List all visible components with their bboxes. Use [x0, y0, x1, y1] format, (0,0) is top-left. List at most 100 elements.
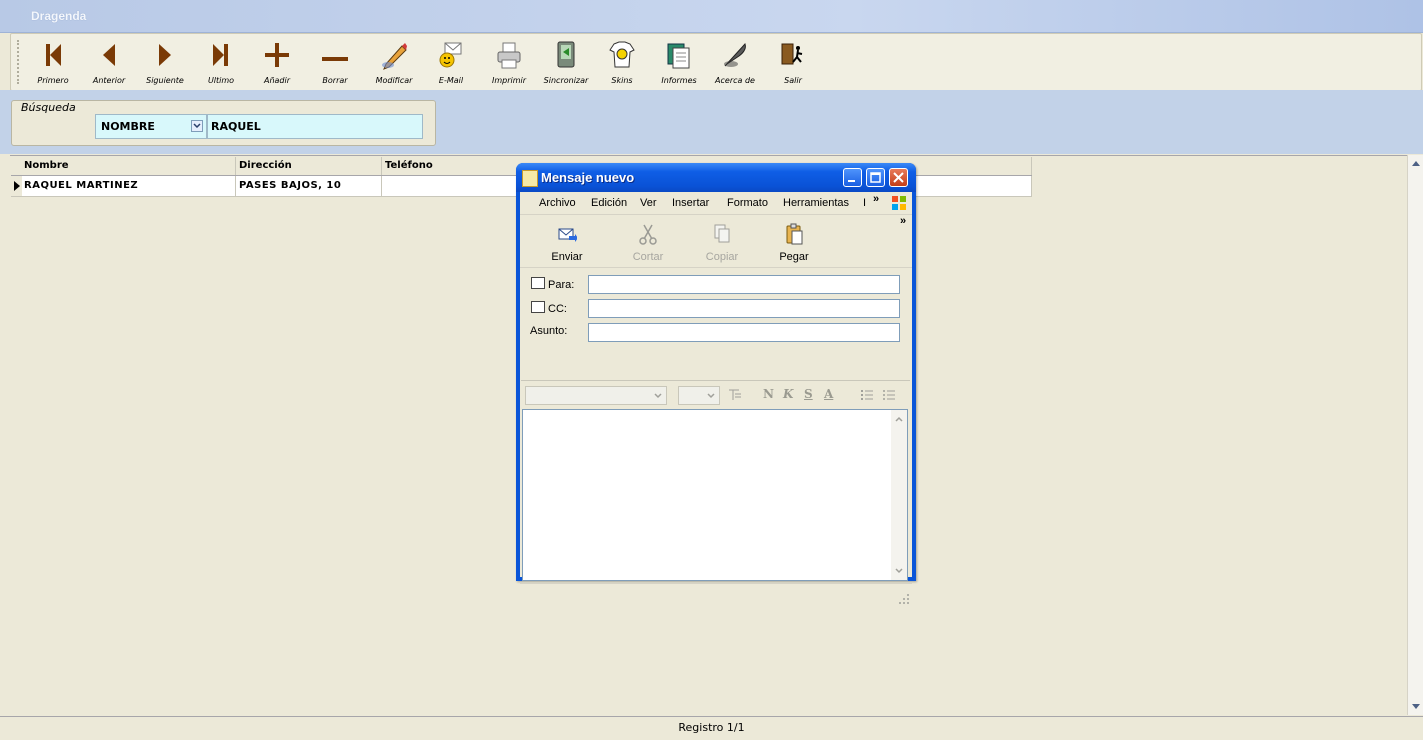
cc-label[interactable]: CC: — [531, 301, 567, 315]
maximize-button[interactable] — [866, 168, 885, 187]
bold-button[interactable]: N — [763, 387, 774, 401]
font-select[interactable] — [525, 386, 667, 405]
dialog-status-bar — [520, 583, 912, 607]
about-button[interactable]: Acerca de — [707, 36, 763, 88]
font-size-select[interactable] — [678, 386, 720, 405]
menu-ver[interactable]: Ver — [640, 197, 657, 209]
scroll-up-icon[interactable] — [1412, 161, 1420, 166]
message-body-editor[interactable] — [522, 409, 908, 581]
exit-door-icon — [781, 43, 803, 65]
format-toolbar: N K S A — [521, 380, 910, 409]
next-record-icon — [159, 44, 171, 66]
underline-button[interactable]: S — [804, 387, 813, 401]
send-icon — [558, 228, 577, 242]
scroll-up-icon[interactable] — [894, 414, 904, 424]
to-field[interactable] — [588, 275, 900, 294]
email-button[interactable]: E-Mail — [423, 36, 479, 88]
paste-button[interactable]: Pegar — [764, 217, 824, 265]
status-bar: Registro 1/1 — [0, 716, 1423, 740]
column-header-direccion[interactable]: Dirección — [236, 157, 382, 175]
grid-vertical-scrollbar[interactable] — [1407, 155, 1423, 715]
delete-icon — [322, 57, 348, 61]
new-message-dialog: Mensaje nuevo Archivo Edición Ver Insert… — [516, 163, 916, 607]
cell-nombre[interactable]: RAQUEL MARTINEZ — [21, 176, 236, 196]
reports-icon — [667, 43, 690, 69]
main-title-bar: Dragenda — [0, 0, 1423, 33]
first-record-icon — [46, 44, 61, 66]
new-message-icon — [522, 170, 538, 187]
send-button[interactable]: Enviar — [537, 217, 597, 265]
search-input[interactable]: RAQUEL — [207, 114, 423, 139]
previous-button[interactable]: Anterior — [81, 36, 137, 88]
bullet-list-icon[interactable] — [881, 387, 897, 403]
next-button[interactable]: Siguiente — [137, 36, 193, 88]
skins-button[interactable]: Skins — [594, 36, 650, 88]
windows-logo-icon — [892, 196, 906, 210]
window-title: Dragenda — [31, 9, 87, 23]
dialog-title: Mensaje nuevo — [541, 170, 635, 185]
toolbar-grip[interactable] — [17, 40, 21, 84]
menu-truncated[interactable]: I — [863, 197, 866, 209]
chevron-down-icon — [654, 393, 662, 399]
italic-button[interactable]: K — [783, 387, 793, 401]
modify-button[interactable]: Modificar — [366, 36, 422, 88]
email-icon — [439, 42, 462, 68]
previous-record-icon — [103, 44, 115, 66]
main-toolbar: Primero Anterior Siguiente Ultimo Añadir… — [10, 33, 1422, 91]
column-header-nombre[interactable]: Nombre — [21, 157, 236, 175]
delete-button[interactable]: Borrar — [307, 36, 363, 88]
print-button[interactable]: Imprimir — [481, 36, 537, 88]
skins-shirt-icon — [609, 41, 635, 68]
printer-icon — [497, 42, 521, 69]
add-icon — [265, 43, 289, 67]
menu-archivo[interactable]: Archivo — [539, 197, 576, 209]
menu-edicion[interactable]: Edición — [591, 197, 627, 209]
chevron-down-icon[interactable] — [191, 120, 203, 132]
cut-button[interactable]: Cortar — [618, 217, 678, 265]
menu-insertar[interactable]: Insertar — [672, 197, 709, 209]
chevron-down-icon — [707, 393, 715, 399]
about-quill-icon — [724, 43, 746, 67]
sync-button[interactable]: Sincronizar — [538, 36, 594, 88]
scroll-down-icon[interactable] — [1412, 704, 1420, 709]
paragraph-style-icon[interactable] — [727, 387, 743, 403]
cell-direccion[interactable]: PASES BAJOS, 10 — [236, 176, 382, 196]
last-record-icon — [213, 44, 228, 66]
menu-formato[interactable]: Formato — [727, 197, 768, 209]
copy-icon — [714, 224, 730, 243]
cc-field[interactable] — [588, 299, 900, 318]
scissors-icon — [639, 224, 657, 245]
menu-herramientas[interactable]: Herramientas — [783, 197, 849, 209]
close-icon — [893, 172, 904, 183]
subject-field[interactable] — [588, 323, 900, 342]
address-book-icon — [531, 301, 545, 313]
subject-label: Asunto: — [530, 325, 568, 337]
editor-vertical-scrollbar[interactable] — [891, 410, 907, 580]
copy-button[interactable]: Copiar — [692, 217, 752, 265]
sync-device-icon — [557, 41, 575, 68]
close-button[interactable] — [889, 168, 908, 187]
reports-button[interactable]: Informes — [651, 36, 707, 88]
exit-button[interactable]: Salir — [765, 36, 821, 88]
dialog-toolbar: Enviar Cortar Copiar Pegar » — [520, 215, 912, 268]
scroll-down-icon[interactable] — [894, 566, 904, 576]
address-book-icon — [531, 277, 545, 289]
resize-grip-icon[interactable] — [898, 593, 910, 605]
search-field-value: NOMBRE — [101, 120, 155, 133]
minimize-button[interactable] — [843, 168, 862, 187]
numbered-list-icon[interactable] — [859, 387, 875, 403]
menu-overflow-chevron[interactable]: » — [873, 193, 879, 205]
paste-icon — [786, 223, 803, 245]
current-row-indicator — [11, 176, 22, 196]
status-text: Registro 1/1 — [678, 721, 745, 734]
first-button[interactable]: Primero — [25, 36, 81, 88]
dialog-body: Archivo Edición Ver Insertar Formato Her… — [520, 192, 912, 607]
toolbar-overflow-chevron[interactable]: » — [900, 215, 906, 227]
to-label[interactable]: Para: — [531, 277, 574, 291]
search-legend: Búsqueda — [19, 101, 78, 114]
last-button[interactable]: Ultimo — [193, 36, 249, 88]
search-field-select[interactable]: NOMBRE — [95, 114, 207, 139]
text-color-button[interactable]: A — [824, 387, 833, 401]
dialog-title-bar[interactable]: Mensaje nuevo — [516, 163, 916, 192]
add-button[interactable]: Añadir — [249, 36, 305, 88]
